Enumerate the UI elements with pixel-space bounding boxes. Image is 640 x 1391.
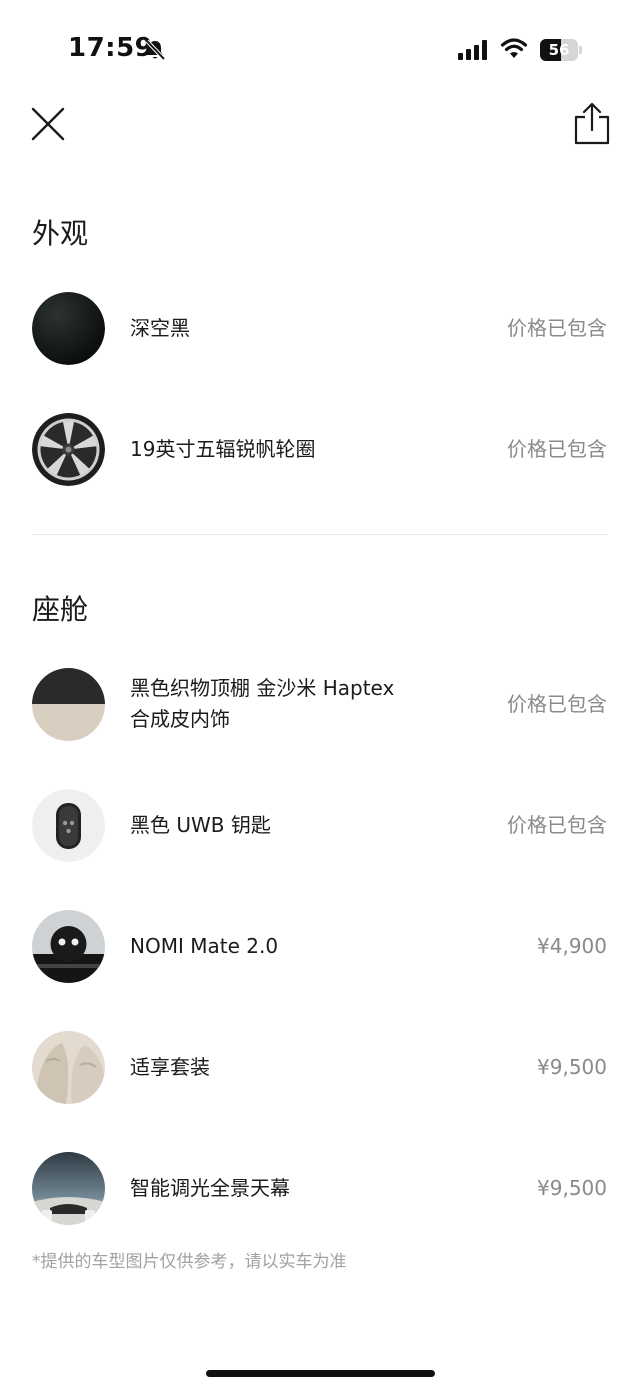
item-price: ¥9,500: [537, 1055, 607, 1079]
battery-icon: 56: [540, 39, 582, 61]
item-price: ¥4,900: [537, 934, 607, 958]
disclaimer-text: *提供的车型图片仅供参考，请以实车为准: [32, 1252, 347, 1272]
list-item-interior[interactable]: 黑色织物顶棚 金沙米 Haptex 合成皮内饰 价格已包含: [0, 664, 640, 744]
status-time: 17:59: [68, 33, 154, 63]
item-name: 深空黑: [130, 316, 190, 340]
item-price: 价格已包含: [507, 692, 607, 716]
seat-comfort-thumb: [32, 1031, 105, 1104]
wheel-rim-thumb: [32, 413, 105, 486]
item-name: 智能调光全景天幕: [130, 1176, 290, 1200]
list-item-nomi[interactable]: NOMI Mate 2.0 ¥4,900: [0, 906, 640, 986]
item-price: ¥9,500: [537, 1176, 607, 1200]
status-bar: 17:59 56: [0, 0, 640, 100]
item-name-line2: 合成皮内饰: [130, 707, 230, 731]
item-price: 价格已包含: [507, 437, 607, 461]
black-paint-swatch-thumb: [32, 292, 105, 365]
list-item-comfort-package[interactable]: 适享套装 ¥9,500: [0, 1027, 640, 1107]
list-item-panoramic-roof[interactable]: 智能调光全景天幕 ¥9,500: [0, 1148, 640, 1228]
share-icon: [574, 102, 610, 145]
wifi-icon: [500, 38, 528, 64]
bell-muted-icon: [144, 39, 166, 65]
item-name: 19英寸五辐锐帆轮圈: [130, 437, 316, 461]
list-item-wheels[interactable]: 19英寸五辐锐帆轮圈 价格已包含: [0, 409, 640, 489]
section-divider: [32, 534, 608, 535]
section-title-cabin: 座舱: [32, 593, 89, 626]
interior-swatch-thumb: [32, 668, 105, 741]
key-fob-thumb: [32, 789, 105, 862]
list-item-key[interactable]: 黑色 UWB 钥匙 价格已包含: [0, 785, 640, 865]
item-price: 价格已包含: [507, 813, 607, 837]
item-name-line1: 黑色织物顶棚 金沙米 Haptex: [130, 676, 395, 700]
share-button[interactable]: [570, 100, 614, 148]
cellular-signal-icon: [458, 40, 490, 64]
panoramic-roof-thumb: [32, 1152, 105, 1225]
close-button[interactable]: [26, 102, 70, 146]
list-item-paint[interactable]: 深空黑 价格已包含: [0, 288, 640, 368]
item-name: 黑色 UWB 钥匙: [130, 813, 271, 837]
home-indicator[interactable]: [206, 1370, 435, 1377]
item-name: 适享套装: [130, 1055, 210, 1079]
item-price: 价格已包含: [507, 316, 607, 340]
battery-level: 56: [548, 41, 570, 59]
item-name: NOMI Mate 2.0: [130, 934, 279, 958]
nomi-robot-thumb: [32, 910, 105, 983]
section-title-exterior: 外观: [32, 217, 89, 250]
close-icon: [31, 107, 65, 141]
